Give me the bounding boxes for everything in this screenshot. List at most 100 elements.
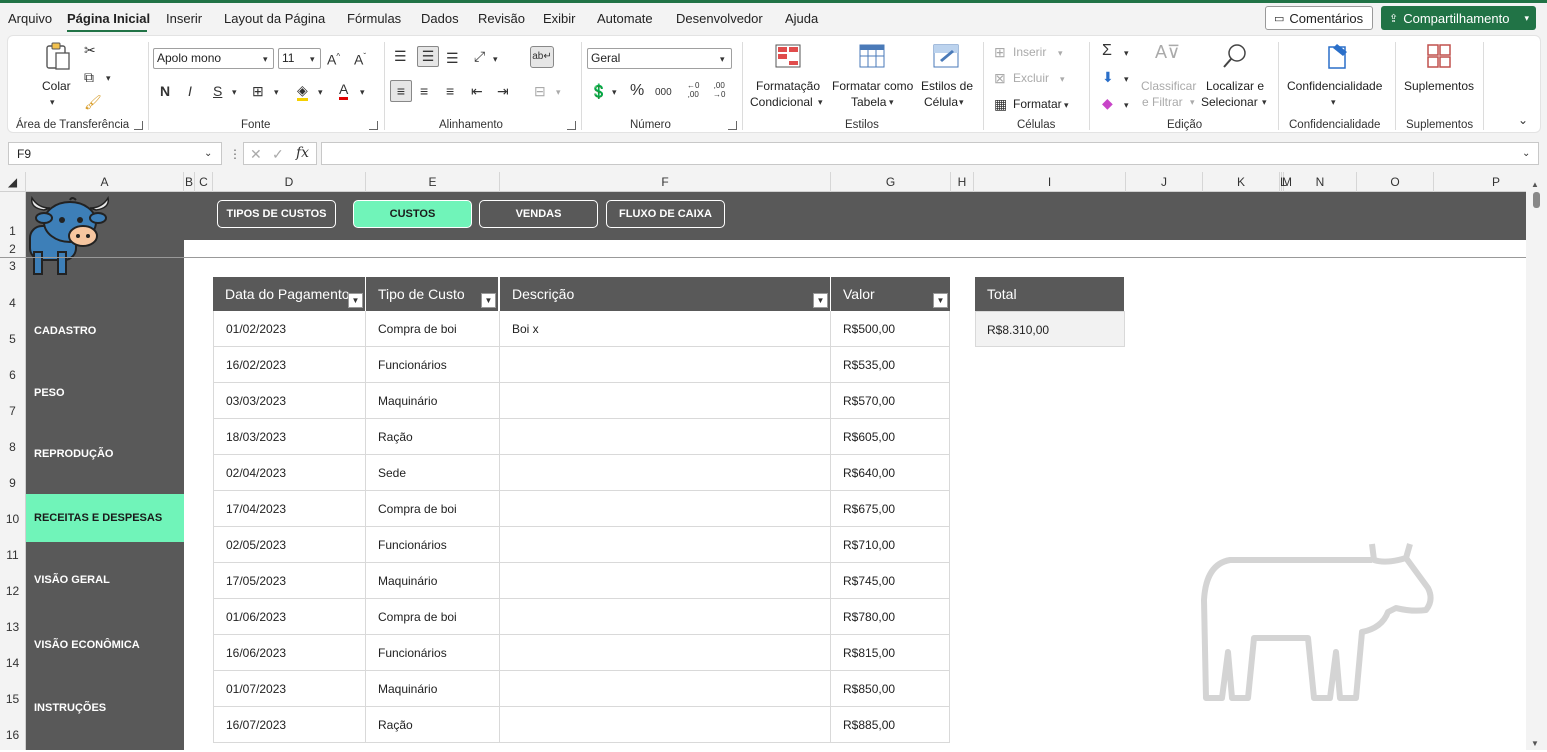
cell-date[interactable]: 03/03/2023 bbox=[213, 383, 366, 419]
column-header-date[interactable]: Data do Pagamento ▼ bbox=[213, 277, 365, 311]
thousands-icon[interactable]: 000 bbox=[655, 85, 672, 101]
chevron-down-icon[interactable]: ▾ bbox=[1124, 71, 1129, 87]
find-select-label-2[interactable]: Selecionar bbox=[1201, 94, 1258, 110]
chevron-down-icon[interactable]: ▾ bbox=[50, 94, 55, 110]
row-header[interactable]: 1 bbox=[0, 224, 25, 238]
sidebar-item-cadastro[interactable]: CADASTRO bbox=[26, 308, 184, 354]
row-header[interactable]: 2 bbox=[0, 242, 25, 256]
select-all-corner[interactable]: ◢ bbox=[0, 172, 26, 192]
column-header[interactable]: N bbox=[1284, 172, 1357, 192]
row-header[interactable]: 12 bbox=[0, 584, 25, 598]
find-select-icon[interactable] bbox=[1221, 42, 1249, 70]
cell-type[interactable]: Ração bbox=[366, 419, 500, 455]
nav-fluxo-de-caixa[interactable]: FLUXO DE CAIXA bbox=[606, 200, 725, 228]
formula-input[interactable] bbox=[321, 142, 1539, 165]
chevron-down-icon[interactable]: ⌄ bbox=[204, 146, 212, 162]
align-center-icon[interactable]: ≡ bbox=[420, 83, 428, 99]
cell-type[interactable]: Ração bbox=[366, 707, 500, 743]
cell-type[interactable]: Funcionários bbox=[366, 635, 500, 671]
row-header[interactable]: 13 bbox=[0, 620, 25, 634]
align-bottom-icon[interactable]: ☰ bbox=[446, 50, 459, 66]
chevron-down-icon[interactable]: ▾ bbox=[720, 51, 725, 67]
align-right-icon[interactable]: ≡ bbox=[446, 83, 454, 99]
menu-arquivo[interactable]: Arquivo bbox=[8, 11, 52, 26]
row-header[interactable]: 8 bbox=[0, 440, 25, 454]
number-format-select[interactable]: Geral bbox=[587, 48, 732, 69]
row-header[interactable]: 16 bbox=[0, 728, 25, 742]
format-table-label-2[interactable]: Tabela bbox=[851, 94, 886, 110]
chevron-down-icon[interactable]: ▾ bbox=[106, 70, 111, 86]
menu-layout[interactable]: Layout da Página bbox=[224, 11, 325, 26]
menu-pagina-inicial[interactable]: Página Inicial bbox=[67, 11, 150, 26]
addins-label[interactable]: Suplementos bbox=[1404, 78, 1474, 94]
orientation-icon[interactable]: ⤢ bbox=[474, 48, 485, 64]
cell-date[interactable]: 02/05/2023 bbox=[213, 527, 366, 563]
sensitivity-label[interactable]: Confidencialidade bbox=[1287, 78, 1382, 94]
cell-value[interactable]: R$605,00 bbox=[831, 419, 950, 455]
cell-description[interactable]: Boi x bbox=[500, 311, 831, 347]
cut-icon[interactable]: ✂ bbox=[84, 42, 96, 58]
insert-function-button[interactable]: fx bbox=[296, 145, 309, 161]
chevron-down-icon[interactable]: ▾ bbox=[1064, 97, 1069, 113]
cell-description[interactable] bbox=[500, 347, 831, 383]
cell-type[interactable]: Maquinário bbox=[366, 563, 500, 599]
menu-inserir[interactable]: Inserir bbox=[166, 11, 202, 26]
chevron-down-icon[interactable]: ▾ bbox=[1190, 94, 1195, 110]
chevron-down-icon[interactable]: ▾ bbox=[493, 51, 498, 67]
cell-date[interactable]: 01/02/2023 bbox=[213, 311, 366, 347]
column-header[interactable]: F bbox=[500, 172, 831, 192]
italic-button[interactable]: I bbox=[188, 83, 192, 99]
cell-type[interactable]: Maquinário bbox=[366, 671, 500, 707]
cell-date[interactable]: 02/04/2023 bbox=[213, 455, 366, 491]
chevron-down-icon[interactable]: ▾ bbox=[556, 84, 561, 100]
insert-cells-label[interactable]: Inserir bbox=[1013, 44, 1046, 60]
row-header[interactable]: 15 bbox=[0, 692, 25, 706]
column-header-type[interactable]: Tipo de Custo ▼ bbox=[366, 277, 498, 311]
wrap-text-icon[interactable]: ab↵ bbox=[530, 46, 554, 68]
cell-type[interactable]: Maquinário bbox=[366, 383, 500, 419]
menu-automate[interactable]: Automate bbox=[597, 11, 653, 26]
clear-icon[interactable]: ◆ bbox=[1102, 95, 1113, 111]
conditional-format-label-2[interactable]: Condicional bbox=[750, 94, 813, 110]
row-header[interactable]: 6 bbox=[0, 368, 25, 382]
chevron-down-icon[interactable]: ▾ bbox=[318, 84, 323, 100]
sensitivity-icon[interactable] bbox=[1323, 42, 1351, 70]
sidebar-item-visao-geral[interactable]: VISÃO GERAL bbox=[26, 557, 184, 603]
column-header[interactable]: J bbox=[1126, 172, 1203, 192]
sort-filter-label-2[interactable]: e Filtrar bbox=[1142, 94, 1183, 110]
collapse-ribbon-icon[interactable]: ⌄ bbox=[1518, 112, 1528, 128]
menu-formulas[interactable]: Fórmulas bbox=[347, 11, 401, 26]
sort-filter-icon[interactable]: A⊽ bbox=[1155, 43, 1180, 61]
row-header[interactable]: 11 bbox=[0, 548, 25, 562]
cell-value[interactable]: R$640,00 bbox=[831, 455, 950, 491]
cell-type[interactable]: Funcionários bbox=[366, 347, 500, 383]
column-header[interactable]: G bbox=[831, 172, 951, 192]
cell-description[interactable] bbox=[500, 563, 831, 599]
column-header[interactable]: K bbox=[1203, 172, 1280, 192]
filter-dropdown-icon[interactable]: ▼ bbox=[933, 293, 948, 308]
format-table-label-1[interactable]: Formatar como bbox=[832, 78, 913, 94]
cell-value[interactable]: R$535,00 bbox=[831, 347, 950, 383]
cell-value[interactable]: R$780,00 bbox=[831, 599, 950, 635]
delete-cells-icon[interactable]: ⊠ bbox=[994, 70, 1006, 86]
align-middle-icon[interactable]: ☰ bbox=[417, 46, 439, 67]
menu-exibir[interactable]: Exibir bbox=[543, 11, 576, 26]
menu-desenvolvedor[interactable]: Desenvolvedor bbox=[676, 11, 763, 26]
chevron-down-icon[interactable]: ▾ bbox=[274, 84, 279, 100]
conditional-format-icon[interactable] bbox=[774, 42, 802, 70]
expand-formula-icon[interactable]: ⌄ bbox=[1522, 146, 1530, 162]
cell-styles-label-2[interactable]: Célula bbox=[924, 94, 958, 110]
decrease-font-icon[interactable]: Aˇ bbox=[354, 49, 366, 68]
paste-icon[interactable] bbox=[42, 42, 74, 72]
cell-date[interactable]: 17/04/2023 bbox=[213, 491, 366, 527]
scroll-up-icon[interactable]: ▲ bbox=[1531, 177, 1539, 193]
underline-button[interactable]: S bbox=[213, 83, 222, 99]
sidebar-item-reproducao[interactable]: REPRODUÇÃO bbox=[26, 431, 184, 477]
format-cells-label[interactable]: Formatar bbox=[1013, 96, 1062, 112]
borders-icon[interactable]: ⊞ bbox=[252, 83, 264, 99]
chevron-down-icon[interactable]: ▾ bbox=[360, 84, 365, 100]
cell-value[interactable]: R$500,00 bbox=[831, 311, 950, 347]
menu-revisao[interactable]: Revisão bbox=[478, 11, 525, 26]
decrease-indent-icon[interactable]: ⇤ bbox=[471, 83, 483, 99]
increase-font-icon[interactable]: A^ bbox=[327, 49, 340, 68]
